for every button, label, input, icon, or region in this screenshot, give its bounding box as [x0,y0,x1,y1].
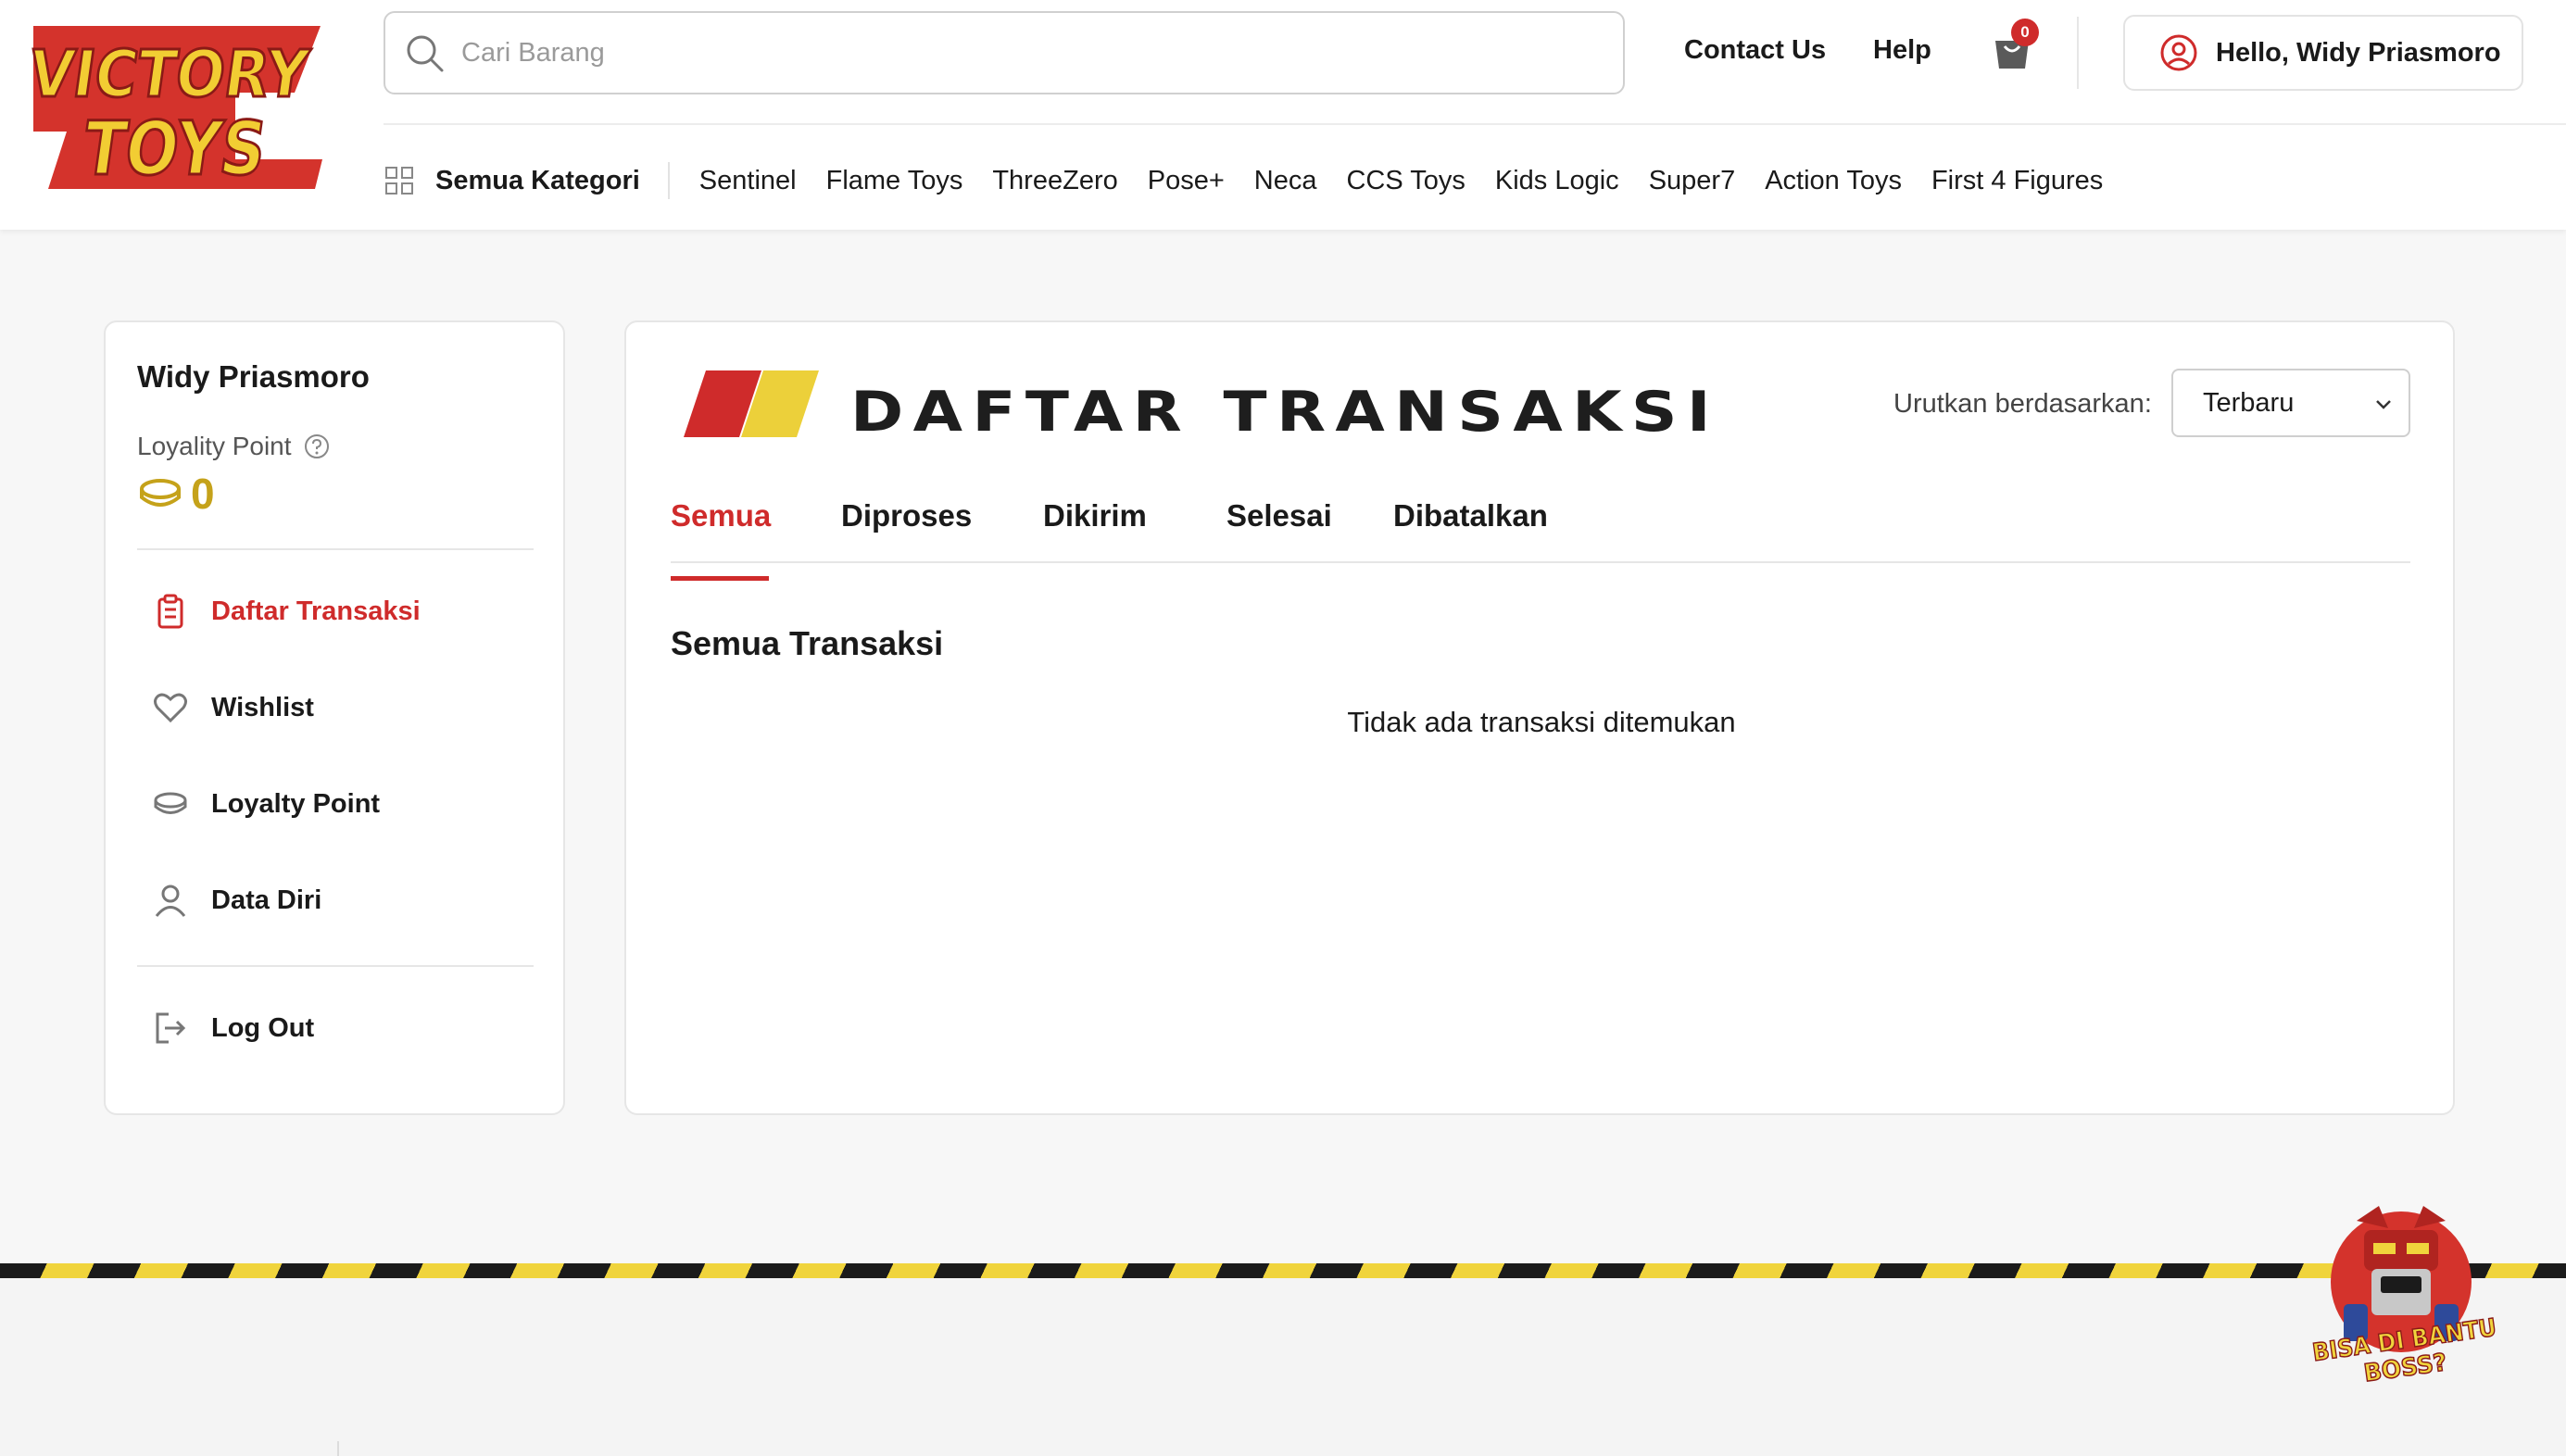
category-link-action-toys[interactable]: Action Toys [1765,166,1902,196]
sort-label: Urutkan berdasarkan: [1893,389,2152,419]
heart-icon [154,693,187,723]
svg-text:TOYS: TOYS [78,105,271,192]
svg-text:VICTORY: VICTORY [26,36,314,112]
header-divider [2077,17,2079,89]
tab-selesai[interactable]: Selesai [1226,498,1332,533]
sort-selected-value: Terbaru [2203,387,2295,418]
search-icon [407,35,444,72]
tab-diproses[interactable]: Diproses [841,498,972,533]
sidebar-item-label: Data Diri [211,885,322,915]
coin-icon [140,479,181,507]
empty-state-message: Tidak ada transaksi ditemukan [1347,706,1736,738]
search-bar[interactable] [384,11,1625,94]
chat-help-mascot[interactable]: BISA DI BANTU BOSS? [2305,1204,2503,1382]
user-icon [155,885,186,917]
sidebar-user-name: Widy Priasmoro [137,359,370,394]
loyalty-point-text: Loyality Point [137,432,292,460]
header-separator [384,123,2566,125]
category-link-super7[interactable]: Super7 [1649,166,1736,196]
category-link-threezero[interactable]: ThreeZero [992,166,1117,196]
logout-button[interactable]: Log Out [152,1010,314,1047]
clipboard-icon [157,594,183,629]
sidebar-divider [137,548,534,550]
category-link-pose-plus[interactable]: Pose+ [1148,166,1225,196]
tab-label: Semua [671,498,772,533]
category-link-ccs-toys[interactable]: CCS Toys [1346,166,1465,196]
sidebar-divider [137,965,534,967]
sidebar-item-loyalty-point[interactable]: Loyalty Point [152,785,380,822]
sidebar-item-daftar-transaksi[interactable]: Daftar Transaksi [152,593,421,630]
footer-divider [337,1441,339,1456]
title-stripe-mark [684,370,819,437]
sort-dropdown[interactable]: Terbaru [2171,369,2410,437]
tab-semua[interactable]: Semua [671,498,772,581]
user-greeting: Hello, Widy Priasmoro [2216,37,2501,68]
victory-toys-logo[interactable]: VICTORY TOYS [26,20,328,198]
search-input[interactable] [461,37,1573,69]
logout-icon [156,1012,186,1044]
page-title: DAFTAR TRANSAKSI [850,380,1720,445]
loyalty-point-label: Loyality Point [137,432,331,461]
transaction-panel: DAFTAR TRANSAKSI Urutkan berdasarkan: Te… [624,320,2455,1115]
hazard-stripe-divider [0,1263,2566,1278]
loyalty-point-value: 0 [137,469,215,519]
user-account-button[interactable]: Hello, Widy Priasmoro [2123,15,2523,91]
tab-dikirim[interactable]: Dikirim [1043,498,1147,533]
section-title: Semua Transaksi [671,624,944,662]
category-link-kids-logic[interactable]: Kids Logic [1495,166,1619,196]
chevron-down-icon [2376,400,2391,409]
category-link-first-4-figures[interactable]: First 4 Figures [1931,166,2103,196]
category-link-sentinel[interactable]: Sentinel [699,166,797,196]
site-header: VICTORY TOYS Contact Us Help 0 Hello, Wi… [0,0,2566,230]
user-circle-icon [2160,34,2197,71]
help-link[interactable]: Help [1873,35,1931,66]
active-tab-indicator [671,576,769,581]
category-link-neca[interactable]: Neca [1254,166,1317,196]
help-circle-icon[interactable] [303,433,331,460]
coin-icon [154,792,187,814]
sidebar-item-label: Loyalty Point [211,788,381,819]
sidebar-item-data-diri[interactable]: Data Diri [152,882,321,919]
loyalty-point-number: 0 [191,470,215,518]
transaction-tabs: Semua Diproses Dikirim Selesai Dibatalka… [671,480,2410,581]
contact-us-link[interactable]: Contact Us [1684,35,1826,66]
sidebar-item-label: Daftar Transaksi [211,596,421,626]
site-footer [0,1278,2566,1456]
grid-icon [385,167,413,195]
category-nav: Semua Kategori Sentinel Flame Toys Three… [384,148,2103,213]
all-categories-label: Semua Kategori [435,165,640,195]
sidebar-item-label: Wishlist [211,692,314,722]
account-sidebar: Widy Priasmoro Loyality Point 0 Daftar T… [104,320,565,1115]
sidebar-item-wishlist[interactable]: Wishlist [152,689,314,726]
cart-count-badge: 0 [2011,19,2039,46]
tab-dibatalkan[interactable]: Dibatalkan [1393,498,1548,533]
category-link-flame-toys[interactable]: Flame Toys [826,166,963,196]
all-categories-button[interactable]: Semua Kategori [384,162,670,199]
logout-label: Log Out [211,1012,315,1043]
